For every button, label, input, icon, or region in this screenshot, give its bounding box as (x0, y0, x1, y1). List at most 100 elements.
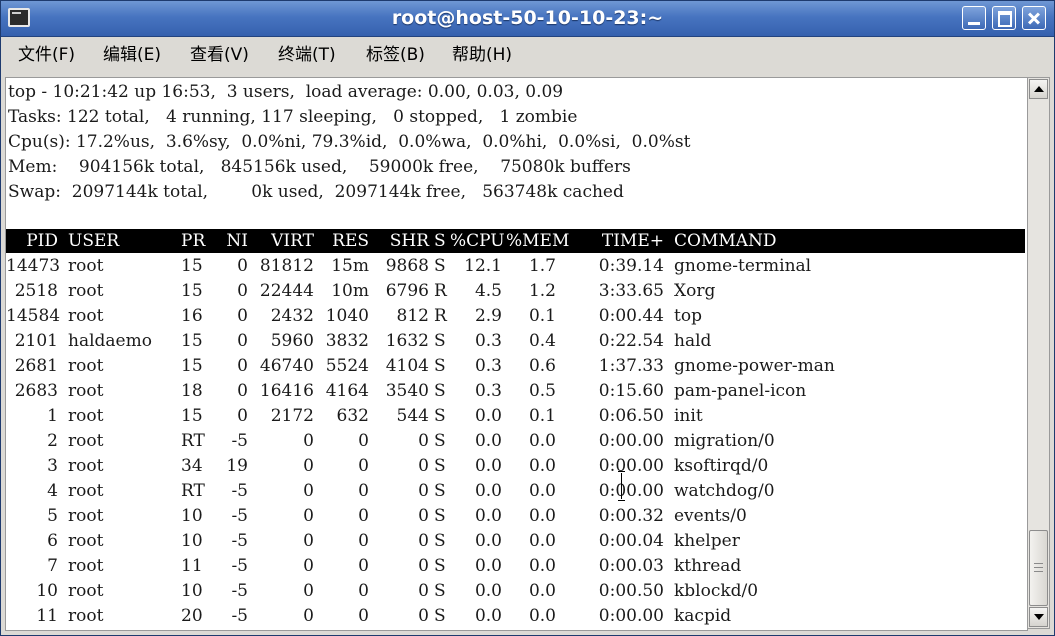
cell-pid: 11 (36, 606, 58, 626)
cell-res: 5524 (325, 356, 369, 376)
cell-user: root (68, 481, 104, 501)
cell-time: 0:39.14 (598, 256, 664, 276)
vertical-scrollbar[interactable] (1027, 77, 1050, 629)
cell-user: root (68, 531, 104, 551)
cell-ni: -5 (231, 506, 248, 526)
cell-cmd: gnome-terminal (674, 256, 812, 276)
table-row: 2518 root 15 0 22444 10m 6796 R 4.5 1.2 3:33.65 Xor… (6, 279, 1025, 304)
cell-user: root (68, 506, 104, 526)
table-row: 6 root 10 -5 0 0 0 S 0.0 0.0 0:00.04 khelper (6, 529, 1025, 554)
menu-file[interactable]: 文件(F) (18, 43, 75, 67)
cell-res: 0 (358, 481, 369, 501)
cell-user: root (68, 456, 104, 476)
cell-shr: 0 (418, 581, 429, 601)
column-header-time: TIME+ (601, 231, 664, 251)
cell-pr: 15 (181, 256, 203, 276)
cell-time: 0:00.03 (598, 556, 664, 576)
cell-shr: 0 (418, 531, 429, 551)
cell-ni: 0 (237, 306, 248, 326)
cell-time: 1:37.33 (598, 356, 664, 376)
cell-res: 0 (358, 431, 369, 451)
cell-virt: 46740 (259, 356, 314, 376)
cell-ni: -5 (231, 431, 248, 451)
cell-time: 0:00.00 (598, 606, 664, 626)
cell-cpu: 2.9 (474, 306, 502, 326)
cell-shr: 0 (418, 481, 429, 501)
table-row: 10 root 10 -5 0 0 0 S 0.0 0.0 0:00.50 kblockd/0 (6, 579, 1025, 604)
column-header-res: RES (332, 231, 369, 251)
text-cursor-icon (618, 471, 626, 501)
column-header-ni: NI (226, 231, 248, 251)
cell-virt: 0 (303, 481, 314, 501)
cell-virt: 0 (303, 531, 314, 551)
cell-s: S (434, 456, 446, 476)
cell-time: 0:22.54 (598, 331, 664, 351)
cell-mem: 0.0 (528, 531, 556, 551)
cell-pr: 20 (181, 606, 203, 626)
cell-mem: 1.7 (528, 256, 556, 276)
cell-cmd: init (674, 406, 703, 426)
cell-s: R (434, 281, 447, 301)
column-header-virt: VIRT (271, 231, 314, 251)
cell-pid: 2683 (14, 381, 58, 401)
cell-shr: 3540 (385, 381, 429, 401)
summary-line-tasks: Tasks: 122 total, 4 running, 117 sleepin… (8, 107, 578, 127)
table-row: 3 root 34 19 0 0 0 S 0.0 0.0 0:00.00 ksoftirqd/0 (6, 454, 1025, 479)
cell-cmd: Xorg (674, 281, 716, 301)
cell-res: 0 (358, 606, 369, 626)
menu-terminal[interactable]: 终端(T) (278, 43, 336, 67)
menu-view[interactable]: 查看(V) (190, 43, 249, 67)
cell-cmd: gnome-power-man (674, 356, 835, 376)
cell-time: 0:00.50 (598, 581, 664, 601)
scrollbar-thumb[interactable] (1029, 530, 1048, 606)
cell-time: 0:00.00 (598, 431, 664, 451)
cell-pr: 16 (181, 306, 203, 326)
cell-shr: 0 (418, 506, 429, 526)
table-row: 2101 haldaemo 15 0 5960 3832 1632 S 0.3 0.4 0:22.5… (6, 329, 1025, 354)
cell-user: root (68, 431, 104, 451)
cell-pid: 6 (47, 531, 58, 551)
cell-user: root (68, 306, 104, 326)
table-row: 1 root 15 0 2172 632 544 S 0.0 0.1 0:06.50 init (6, 404, 1025, 429)
menu-help[interactable]: 帮助(H) (452, 43, 512, 67)
cell-pid: 5 (47, 506, 58, 526)
cell-cmd: pam-panel-icon (674, 381, 807, 401)
summary-line-swap: Swap: 2097144k total, 0k used, 2097144k … (8, 182, 624, 202)
close-icon[interactable] (1022, 6, 1046, 30)
cell-cmd: migration/0 (674, 431, 775, 451)
arrow-up-icon[interactable] (1029, 79, 1048, 99)
cell-pid: 2518 (14, 281, 58, 301)
cell-time: 3:33.65 (598, 281, 664, 301)
cell-s: S (434, 606, 446, 626)
cell-time: 0:15.60 (598, 381, 664, 401)
cell-s: S (434, 556, 446, 576)
cell-pr: 15 (181, 356, 203, 376)
cell-mem: 0.6 (528, 356, 556, 376)
cell-s: S (434, 506, 446, 526)
menu-tabs[interactable]: 标签(B) (366, 43, 425, 67)
table-row: 11 root 20 -5 0 0 0 S 0.0 0.0 0:00.00 kacpid (6, 604, 1025, 629)
minimize-icon[interactable] (962, 6, 986, 30)
cell-pid: 2 (47, 431, 58, 451)
cell-ni: -5 (231, 481, 248, 501)
summary-line-uptime: top - 10:21:42 up 16:53, 3 users, load a… (8, 82, 564, 102)
cell-cmd: watchdog/0 (674, 481, 775, 501)
cell-pid: 1 (47, 406, 58, 426)
cell-mem: 0.4 (528, 331, 556, 351)
cell-ni: 0 (237, 281, 248, 301)
terminal-output[interactable]: top - 10:21:42 up 16:53, 3 users, load a… (5, 77, 1028, 631)
maximize-icon[interactable] (992, 6, 1016, 30)
cell-s: S (434, 531, 446, 551)
cell-virt: 2432 (270, 306, 314, 326)
cell-shr: 9868 (385, 256, 429, 276)
menu-edit[interactable]: 编辑(E) (103, 43, 161, 67)
cell-pr: 18 (181, 381, 203, 401)
title-bar[interactable]: root@host-50-10-10-23:~ (1, 1, 1054, 37)
cell-user: root (68, 556, 104, 576)
process-table-header: PID USER PR NI VIRT RES SHR S %CPU %MEM TIME+ COMMA… (6, 229, 1025, 253)
cell-pr: 10 (181, 531, 203, 551)
column-header-cmd: COMMAND (674, 231, 777, 251)
cell-virt: 0 (303, 581, 314, 601)
cell-cpu: 0.3 (474, 356, 502, 376)
arrow-down-icon[interactable] (1029, 607, 1048, 627)
